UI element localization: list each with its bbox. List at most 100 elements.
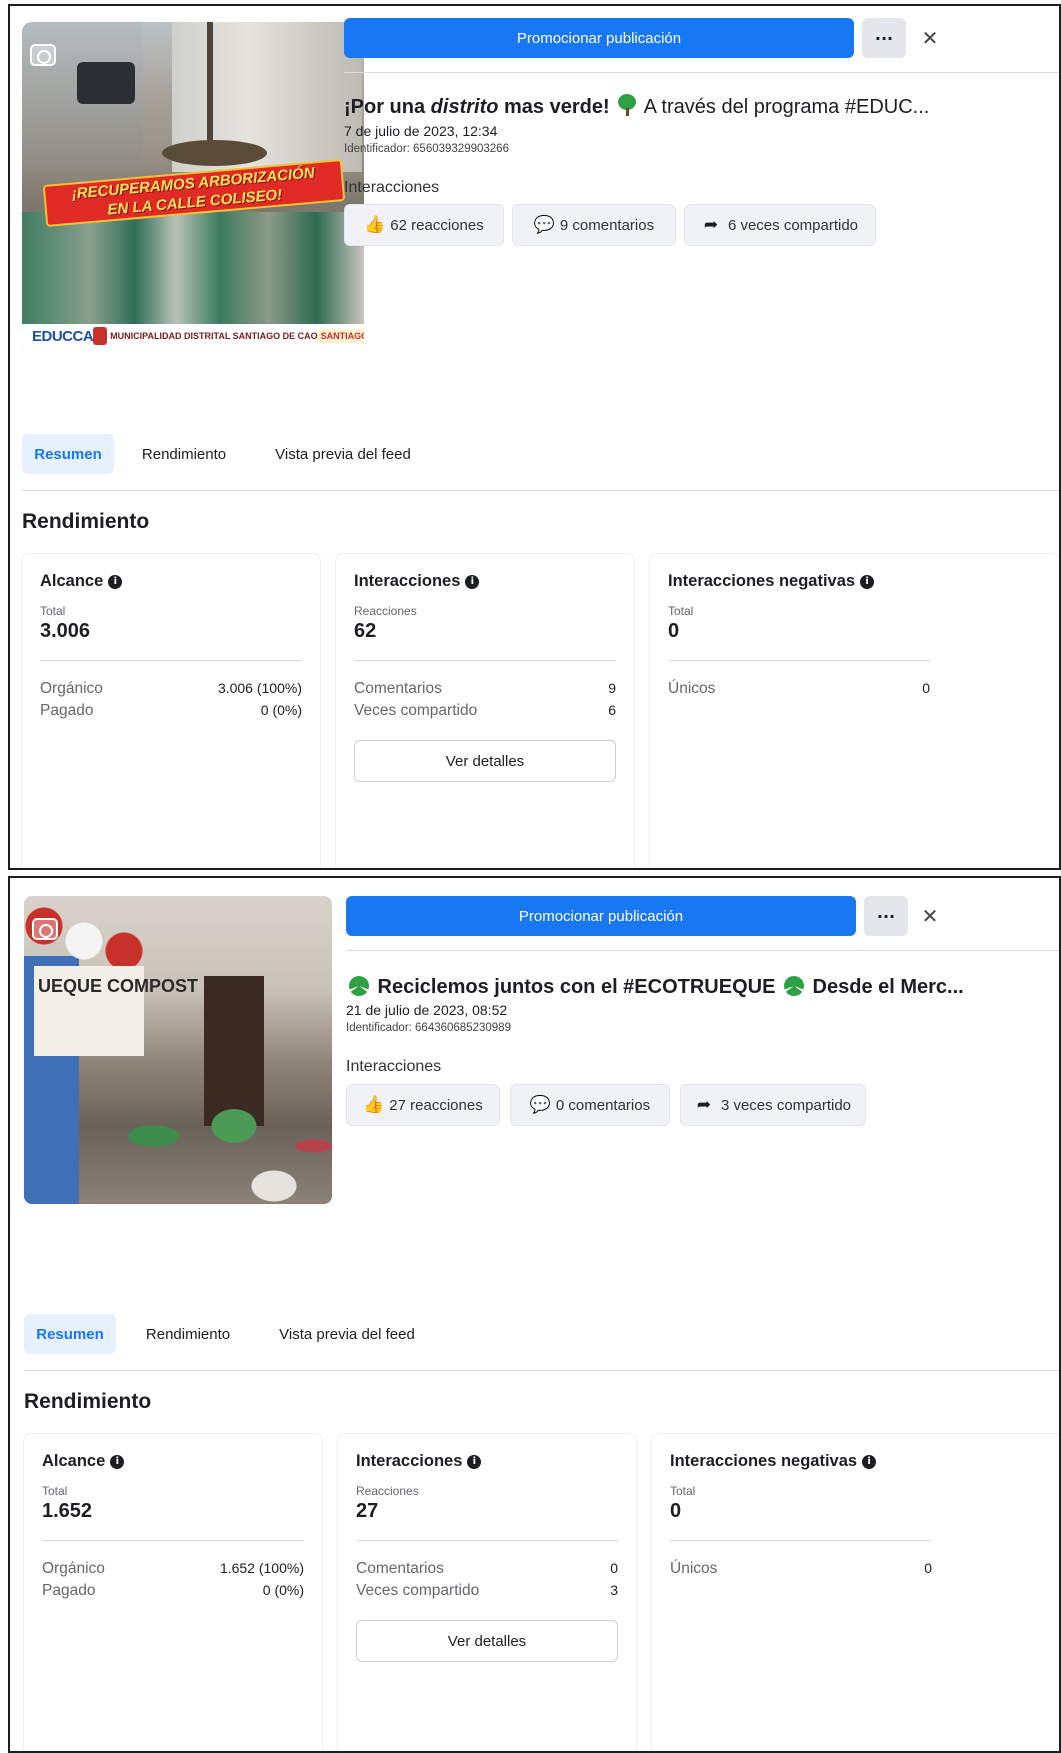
post-identifier: Identificador: 656039329903266 [344,143,509,155]
reactions-pill[interactable]: 👍 62 reacciones [344,204,504,246]
photo-icon [30,44,56,66]
card-title-text: Alcance [42,1452,106,1470]
tab-resumen[interactable]: Resumen [24,1314,116,1354]
more-dots-icon[interactable]: ··· [862,18,906,58]
interactions-label: Interacciones [344,179,440,196]
recycle-emoji-icon [783,976,804,996]
tab-vista-previa[interactable]: Vista previa del feed [258,1314,436,1354]
card-title: Alcance i [42,1452,125,1471]
shares-pill[interactable]: ➦ 6 veces compartido [684,204,876,246]
card-subtitle: Total [670,1484,696,1498]
reactions-pill-label: 27 reacciones [389,1096,483,1114]
tab-rendimiento[interactable]: Rendimiento [126,434,242,474]
thumbs-up-icon: 👍 [364,215,386,235]
card-title-text: Interacciones negativas [670,1452,858,1470]
interactions-card: Interacciones i Reacciones 62 Comentarios… [336,554,634,868]
info-icon[interactable]: i [860,574,875,589]
image-tree-pit [162,140,267,166]
row-label: Veces compartido [356,1582,480,1599]
post-title: Reciclemos juntos con el #ECOTRUEQUE Des… [346,974,1056,1000]
card-title-text: Interacciones [356,1452,463,1470]
row-label: Únicos [670,1560,718,1577]
card-value: 1.652 [42,1500,93,1522]
comment-icon: 💬 [529,1095,552,1115]
video-icon [32,918,58,940]
row-label: Orgánico [40,680,103,697]
card-value: 62 [354,620,377,642]
close-icon[interactable]: ✕ [916,896,944,936]
image-logos: EDUCCA MUNICIPALIDAD DISTRITAL SANTIAGO … [32,322,364,350]
divider [24,1370,1059,1371]
card-title-text: Interacciones negativas [668,572,856,590]
logo-municipalidad: MUNICIPALIDAD DISTRITAL SANTIAGO DE CAO [93,327,318,345]
card-title: Interacciones i [356,1452,482,1471]
card-value: 27 [356,1500,379,1522]
row-label: Comentarios [354,680,442,697]
card-row: Orgánico 3.006 (100%) [40,680,302,698]
card-value: 3.006 [40,620,91,642]
info-icon[interactable]: i [467,1454,482,1469]
tab-vista-previa[interactable]: Vista previa del feed [254,434,432,474]
card-value: 0 [668,620,680,642]
promote-post-button[interactable]: Promocionar publicación [346,896,856,936]
info-icon[interactable]: i [110,1454,125,1469]
post-title-rest: Desde el Merc... [806,976,964,998]
post-insights-panel-2: UEQUE COMPOST Promocionar publicación ··… [8,876,1061,1753]
card-title: Interacciones i [354,572,480,591]
reactions-pill-label: 62 reacciones [390,216,484,234]
divider [42,1540,304,1541]
info-icon[interactable]: i [465,574,480,589]
comments-pill-label: 0 comentarios [555,1096,651,1114]
more-dots-icon[interactable]: ··· [864,896,908,936]
share-arrow-icon: ➦ [696,1095,712,1115]
view-details-button[interactable]: Ver detalles [356,1620,618,1662]
negative-interactions-card: Interacciones negativas i Total 0 Únicos 0 [650,554,1059,868]
post-thumbnail[interactable]: UEQUE COMPOST [24,896,332,1204]
reactions-pill[interactable]: 👍 27 reacciones [346,1084,500,1126]
divider [354,660,616,661]
info-icon[interactable]: i [108,574,123,589]
logo-santiago: SANTIAGO EL PUEBLO [317,329,364,343]
tab-rendimiento[interactable]: Rendimiento [130,1314,246,1354]
row-value: 3 [610,1582,618,1598]
card-title-text: Interacciones [354,572,461,590]
section-title: Rendimiento [24,1390,152,1413]
card-row: Únicos 0 [670,1560,932,1578]
tab-resumen[interactable]: Resumen [22,434,114,474]
close-icon[interactable]: ✕ [916,18,944,58]
card-row: Veces compartido 3 [356,1582,618,1600]
crest-icon [93,327,108,345]
interactions-card: Interacciones i Reacciones 27 Comentarios… [338,1434,636,1751]
view-details-button[interactable]: Ver detalles [354,740,616,782]
negative-interactions-card: Interacciones negativas i Total 0 Únicos 0 [652,1434,1059,1751]
row-value: 0 (0%) [260,702,302,718]
post-thumbnail[interactable]: ¡RECUPERAMOS ARBORIZACIÓN EN LA CALLE CO… [22,22,364,354]
divider [670,1540,932,1541]
comments-pill[interactable]: 💬 0 comentarios [510,1084,670,1126]
divider [356,1540,618,1541]
image-mototaxi [77,62,135,104]
card-title-text: Alcance [40,572,104,590]
tree-emoji-icon [618,94,637,116]
row-label: Orgánico [42,1560,105,1577]
shares-pill[interactable]: ➦ 3 veces compartido [680,1084,866,1126]
row-value: 9 [608,680,616,696]
image-sign-text: UEQUE COMPOST [38,976,199,996]
divider [40,660,302,661]
card-title: Alcance i [40,572,123,591]
row-label: Pagado [40,702,94,719]
divider [346,950,1059,951]
row-label: Pagado [42,1582,96,1599]
post-image: UEQUE COMPOST [24,896,332,1204]
row-value: 0 [924,1560,932,1576]
comments-pill[interactable]: 💬 9 comentarios [512,204,676,246]
shares-pill-label: 6 veces compartido [727,216,859,234]
row-label: Comentarios [356,1560,444,1577]
row-label: Veces compartido [354,702,478,719]
info-icon[interactable]: i [862,1454,877,1469]
reach-card: Alcance i Total 3.006 Orgánico 3.006 (100%… [22,554,320,868]
post-title-rest: A través del programa #EDUC... [639,96,930,118]
row-value: 3.006 (100%) [217,680,302,696]
promote-post-button[interactable]: Promocionar publicación [344,18,854,58]
thumbs-up-icon: 👍 [363,1095,385,1115]
